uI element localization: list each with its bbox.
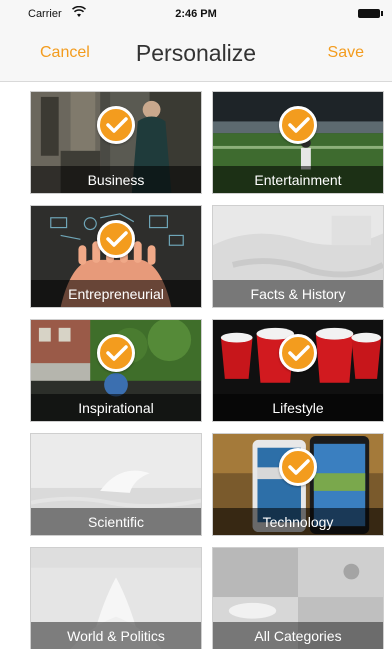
checkmark-icon <box>279 448 317 486</box>
checkmark-icon <box>279 106 317 144</box>
checkmark-icon <box>97 220 135 258</box>
category-tile-world-politics[interactable]: World & Politics <box>30 547 202 649</box>
category-label: World & Politics <box>67 628 165 644</box>
save-button[interactable]: Save <box>328 44 364 62</box>
category-tile-entertainment[interactable]: Entertainment <box>212 91 384 194</box>
category-tile-all-categories[interactable]: All Categories <box>212 547 384 649</box>
category-label: Entrepreneurial <box>68 286 164 302</box>
category-tile-scientific[interactable]: Scientific <box>30 433 202 536</box>
checkmark-icon <box>97 106 135 144</box>
category-label: Scientific <box>87 514 145 530</box>
status-bar: Carrier 2:46 PM <box>0 0 392 26</box>
category-label: Inspirational <box>78 400 154 416</box>
category-tile-technology[interactable]: Technology <box>212 433 384 536</box>
category-label: Lifestyle <box>272 400 324 416</box>
category-label: Entertainment <box>254 172 342 188</box>
status-time: 2:46 PM <box>175 8 217 20</box>
checkmark-icon <box>279 334 317 372</box>
category-label: Facts & History <box>250 286 346 302</box>
battery-icon <box>358 9 383 18</box>
checkmark-icon <box>97 334 135 372</box>
category-tile-inspirational[interactable]: Inspirational <box>30 319 202 422</box>
category-label: All Categories <box>254 628 342 644</box>
category-tile-facts-history[interactable]: Facts & History <box>212 205 384 308</box>
category-label: Business <box>87 172 145 188</box>
category-tile-lifestyle[interactable]: Lifestyle <box>212 319 384 422</box>
category-tile-business[interactable]: Business <box>30 91 202 194</box>
navigation-bar: Cancel Personalize Save <box>0 26 392 82</box>
category-tile-entrepreneurial[interactable]: Entrepreneurial <box>30 205 202 308</box>
category-label: Technology <box>262 514 334 530</box>
